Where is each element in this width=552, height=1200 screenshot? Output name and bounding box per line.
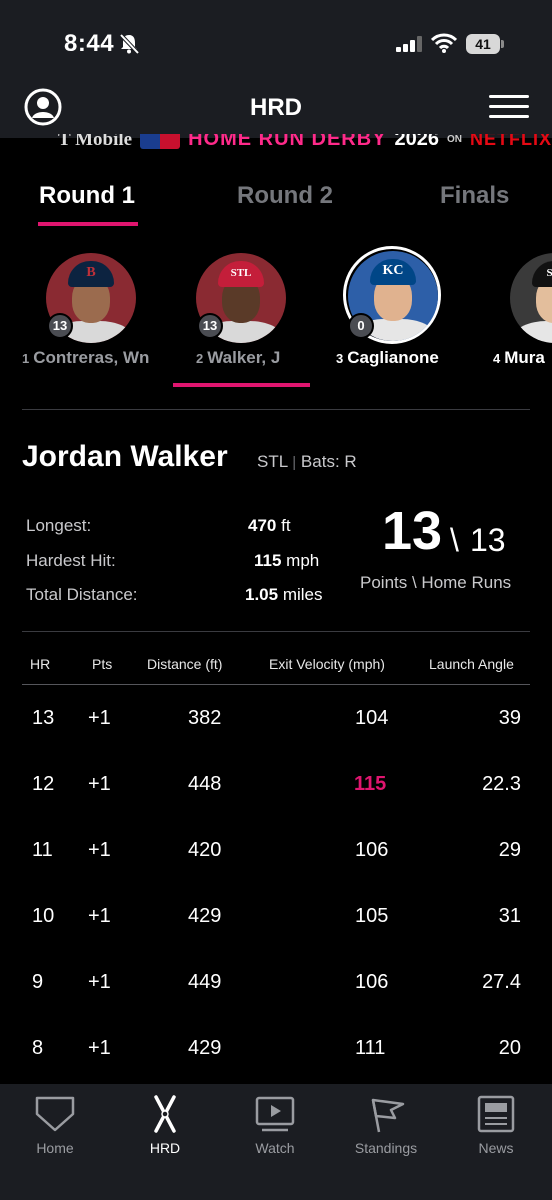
score-badge: 0 [348, 313, 374, 339]
newspaper-icon [477, 1095, 515, 1133]
avatar: Sox [510, 253, 552, 343]
column-header-pts: Pts [92, 656, 113, 672]
app-screen: 8:44 41 HRD T Mobile HOME RUN DERBY 2026… [0, 0, 552, 1200]
mlb-logo-icon [140, 134, 181, 149]
nav-watch[interactable]: Watch [225, 1094, 325, 1156]
bell-slash-icon [119, 33, 140, 55]
table-row: 11 +1 420 106 29 [32, 839, 521, 861]
player-meta: STL | Bats: R [257, 452, 357, 471]
player-label-1[interactable]: 1 Contreras, Wn [22, 348, 149, 368]
team-logo: B [86, 265, 96, 280]
points-total: 13 [382, 501, 443, 561]
player-label-4[interactable]: 4 Mura [493, 348, 545, 368]
table-row: 12 +1 448 115 22.3 [32, 773, 521, 795]
status-bar: 8:44 41 [0, 0, 552, 76]
player-label-3[interactable]: 3 Caglianone [336, 348, 439, 368]
column-header-exit-velocity: Exit Velocity (mph) [269, 656, 385, 672]
hamburger-menu-icon[interactable] [489, 95, 529, 119]
stat-value-hardest: 115 mph [254, 551, 320, 570]
sponsor-brand: T Mobile [58, 134, 133, 150]
column-header-hr: HR [30, 656, 51, 672]
stat-value-total-distance: 1.05 miles [245, 585, 323, 604]
status-time: 8:44 [64, 30, 115, 57]
tab-round-2[interactable]: Round 2 [237, 182, 333, 210]
crossed-bats-icon [154, 1095, 176, 1133]
team-logo: STL [230, 267, 252, 279]
tab-finals[interactable]: Finals [440, 182, 509, 210]
selected-player-indicator [173, 383, 310, 387]
stat-label-total-distance: Total Distance: [26, 585, 138, 604]
stat-label-longest: Longest: [26, 516, 92, 535]
team-logo: KC [382, 263, 404, 278]
table-row: 10 +1 429 105 31 [32, 905, 521, 927]
player-label-2[interactable]: 2 Walker, J [196, 348, 280, 368]
battery-icon: 41 [466, 34, 504, 54]
column-header-launch-angle: Launch Angle [429, 656, 514, 672]
divider [22, 409, 530, 410]
play-screen-icon [255, 1096, 295, 1132]
sponsor-banner: T Mobile HOME RUN DERBY 2026 ON NETFLIX [0, 134, 552, 150]
pennant-icon [371, 1098, 405, 1133]
score-badge: 13 [197, 313, 223, 339]
team-logo: Sox [546, 267, 552, 279]
nav-standings[interactable]: Standings [336, 1094, 436, 1156]
nav-home[interactable]: Home [5, 1094, 105, 1156]
table-row: 13 +1 382 104 39 [32, 707, 521, 729]
column-header-distance: Distance (ft) [147, 656, 223, 672]
home-runs-total: 13 [470, 522, 506, 558]
stat-value-longest: 470 ft [248, 516, 291, 535]
bottom-nav: Home HRD Watch Standings News [0, 1084, 552, 1200]
nav-news[interactable]: News [446, 1094, 546, 1156]
highlight-exit-velocity: 115 [354, 773, 387, 795]
battery-level: 41 [466, 34, 500, 54]
active-tab-indicator [38, 222, 138, 226]
points-separator: \ [450, 522, 459, 558]
points-caption: Points \ Home Runs [360, 573, 512, 592]
stat-label-hardest: Hardest Hit: [26, 551, 116, 570]
score-badge: 13 [47, 313, 73, 339]
app-header: HRD [0, 76, 552, 138]
sponsor-event: HOME RUN DERBY [188, 134, 387, 150]
tab-round-1[interactable]: Round 1 [39, 182, 135, 210]
home-plate-icon [35, 1096, 75, 1132]
sponsor-partner: NETFLIX [470, 134, 552, 149]
cellular-signal-icon [396, 36, 422, 52]
sponsor-on: ON [447, 134, 463, 145]
wifi-icon [431, 33, 457, 53]
player-name: Jordan Walker [22, 440, 228, 473]
divider [22, 631, 530, 632]
sponsor-year: 2026 [394, 134, 440, 150]
table-row: 9 +1 449 106 27.4 [32, 971, 521, 993]
page-title: HRD [250, 94, 302, 121]
table-header-divider [22, 684, 530, 685]
nav-hrd[interactable]: HRD [115, 1094, 215, 1156]
